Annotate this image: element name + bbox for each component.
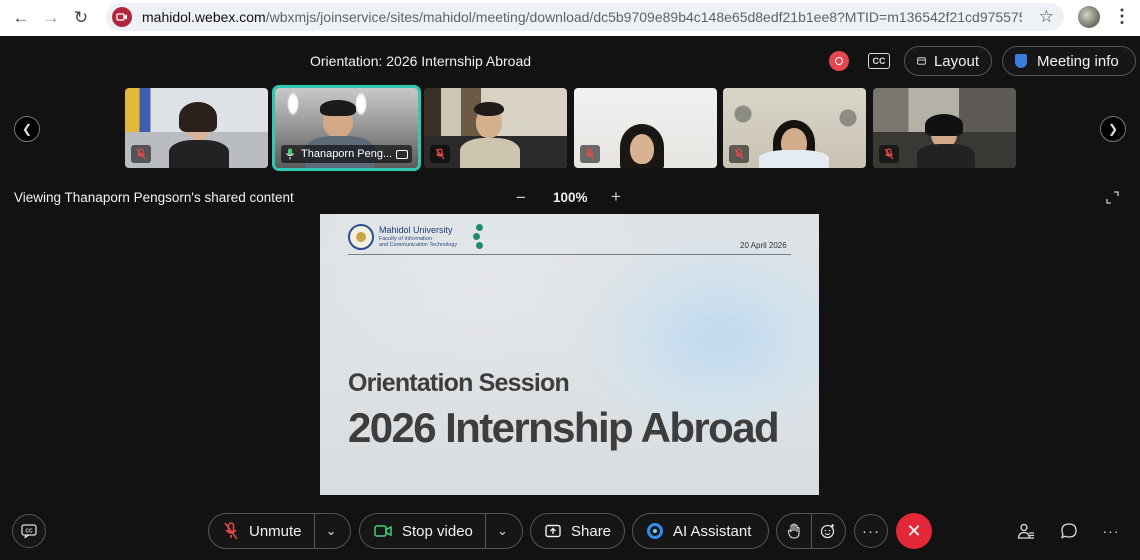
chevron-left-icon: ❮ — [21, 122, 33, 136]
share-label: Share — [571, 522, 612, 540]
svg-text:CC: CC — [25, 529, 33, 535]
closed-captions-icon[interactable]: CC — [868, 53, 890, 69]
audio-options-chevron-down-icon[interactable]: ⌄ — [313, 514, 348, 548]
browser-menu-icon[interactable]: ⋮ — [1113, 6, 1131, 27]
chat-panel-button[interactable] — [1059, 521, 1079, 541]
raise-hand-icon — [787, 523, 800, 539]
reactions-button[interactable] — [810, 514, 846, 548]
url-host: mahidol.webex.com — [142, 9, 266, 25]
participants-panel-button[interactable] — [1016, 521, 1036, 541]
more-options-button[interactable]: ··· — [854, 514, 888, 548]
slide-divider — [348, 254, 791, 255]
back-arrow-icon[interactable]: ← — [6, 3, 36, 33]
muted-mic-icon — [430, 145, 450, 163]
captions-icon: CC — [21, 524, 37, 538]
profile-avatar[interactable] — [1078, 6, 1100, 28]
captions-button[interactable]: CC — [12, 514, 46, 548]
muted-mic-icon — [580, 145, 600, 163]
emoji-reaction-icon — [821, 524, 835, 539]
recording-icon[interactable] — [829, 51, 849, 71]
slide-date: 20 April 2026 — [740, 241, 787, 250]
shield-icon — [1015, 54, 1027, 68]
reload-icon[interactable]: ↻ — [66, 3, 96, 33]
unmute-button[interactable]: Unmute — [209, 514, 314, 548]
participants-icon — [1017, 523, 1034, 539]
muted-mic-icon — [729, 145, 749, 163]
participant-tile[interactable] — [574, 88, 717, 168]
webex-site-icon — [112, 7, 132, 27]
meeting-info-label: Meeting info — [1037, 52, 1119, 70]
slide-faculty-line2: and Communication Technology — [379, 242, 458, 248]
layout-button[interactable]: Layout — [904, 46, 992, 76]
zoom-level: 100% — [553, 190, 588, 205]
unmute-label: Unmute — [249, 522, 302, 540]
bookmark-star-icon[interactable]: ☆ — [1039, 7, 1054, 27]
video-options-chevron-down-icon[interactable]: ⌄ — [484, 514, 519, 548]
participant-tile-active[interactable]: Thanaporn Peng... — [272, 85, 421, 171]
previous-participants-button[interactable]: ❮ — [14, 116, 40, 142]
address-bar[interactable]: mahidol.webex.com/wbxmjs/joinservice/sit… — [106, 3, 1064, 31]
mic-on-icon — [286, 148, 294, 160]
layout-label: Layout — [933, 52, 979, 70]
participant-tile[interactable] — [125, 88, 268, 168]
participant-name-bar: Thanaporn Peng... — [281, 145, 412, 163]
stop-video-control: Stop video ⌄ — [359, 513, 523, 549]
participant-name: Thanaporn Peng... — [301, 148, 393, 160]
zoom-in-button[interactable]: + — [611, 187, 621, 207]
participant-tile[interactable] — [873, 88, 1016, 168]
leave-meeting-button[interactable]: ✕ — [896, 513, 932, 549]
more-panels-button[interactable]: ··· — [1101, 521, 1121, 541]
participant-tile[interactable] — [723, 88, 866, 168]
participant-tile[interactable] — [424, 88, 567, 168]
meeting-title: Orientation: 2026 Internship Abroad — [310, 53, 532, 69]
ai-assistant-icon — [647, 523, 663, 539]
meeting-info-button[interactable]: Meeting info — [1002, 46, 1136, 76]
ict-logo-icon — [473, 224, 483, 249]
share-screen-icon — [545, 524, 561, 538]
next-participants-button[interactable]: ❯ — [1100, 116, 1126, 142]
stop-video-button[interactable]: Stop video — [360, 514, 485, 548]
slide-heading: Orientation Session — [348, 369, 570, 397]
forward-arrow-icon[interactable]: → — [36, 3, 66, 33]
ai-assistant-button[interactable]: AI Assistant — [632, 513, 769, 549]
shared-slide: Mahidol University Faculty of Informatio… — [320, 214, 819, 495]
sharing-screen-icon — [396, 149, 408, 159]
chevron-right-icon: ❯ — [1107, 122, 1119, 136]
expand-icon[interactable] — [1106, 191, 1119, 204]
muted-mic-icon — [131, 145, 151, 163]
viewing-shared-content-label: Viewing Thanaporn Pengsorn's shared cont… — [14, 190, 294, 205]
video-camera-icon — [374, 525, 392, 537]
slide-university-name: Mahidol University — [379, 225, 453, 235]
muted-mic-icon — [879, 145, 899, 163]
stop-video-label: Stop video — [402, 522, 473, 540]
muted-mic-icon — [224, 522, 238, 540]
hand-reactions-group — [776, 513, 846, 549]
browser-chrome: ← → ↻ mahidol.webex.com/wbxmjs/joinservi… — [0, 0, 1140, 36]
chat-icon — [1060, 523, 1077, 539]
url-path: /wbxmjs/joinservice/sites/mahidol/meetin… — [265, 9, 1022, 25]
unmute-control: Unmute ⌄ — [208, 513, 351, 549]
slide-title: 2026 Internship Abroad — [348, 404, 780, 451]
share-button[interactable]: Share — [530, 513, 625, 549]
zoom-out-button[interactable]: − — [516, 188, 526, 208]
url-text: mahidol.webex.com/wbxmjs/joinservice/sit… — [142, 9, 1022, 25]
university-seal-logo — [348, 224, 374, 250]
layout-icon — [917, 57, 926, 65]
ai-assistant-label: AI Assistant — [673, 522, 752, 540]
raise-hand-button[interactable] — [777, 514, 811, 548]
